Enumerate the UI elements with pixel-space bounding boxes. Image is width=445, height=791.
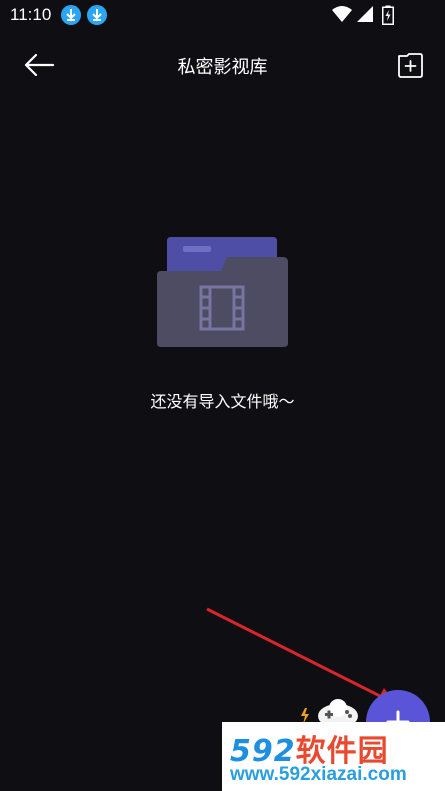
wifi-icon (332, 6, 352, 22)
film-folder-icon (155, 235, 290, 350)
status-time: 11:10 (10, 5, 52, 24)
page-title: 私密影视库 (177, 57, 268, 78)
download-icon (87, 5, 107, 25)
battery-charging-icon (382, 5, 394, 25)
signal-icon (357, 6, 373, 22)
empty-message: 还没有导入文件哦～ (150, 392, 295, 411)
add-folder-icon (398, 53, 423, 78)
app-bar: 私密影视库 (0, 40, 445, 90)
watermark: 592软件园 www.592xiazai.com (222, 722, 445, 791)
download-icon (61, 5, 81, 25)
status-bar: 11:10 (0, 0, 445, 30)
add-folder-button[interactable] (395, 50, 425, 80)
watermark-url: www.592xiazai.com (230, 764, 407, 785)
